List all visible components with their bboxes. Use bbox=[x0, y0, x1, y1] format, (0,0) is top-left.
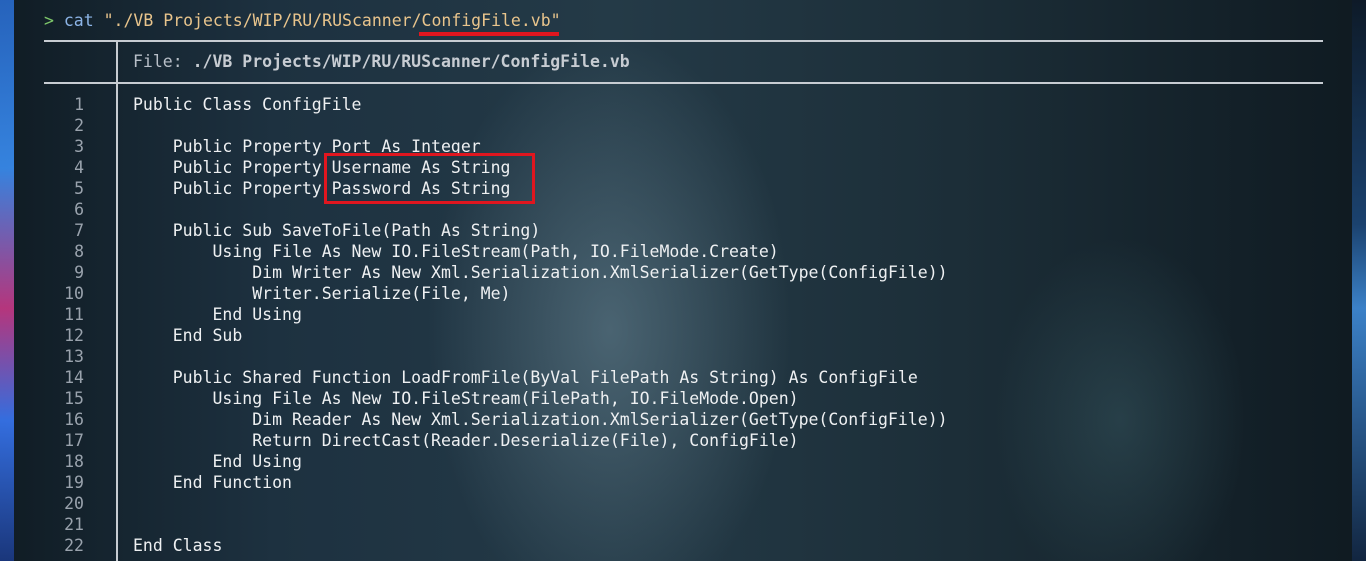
line-text: End Function bbox=[133, 473, 292, 492]
command-argument-quote: " bbox=[550, 11, 561, 30]
code-line: 4 Public Property Username As String bbox=[44, 157, 1323, 178]
code-line: 13 bbox=[44, 346, 1323, 367]
line-text: Writer.Serialize(File, Me) bbox=[133, 284, 511, 303]
viewer-file-header: File: ./VB Projects/WIP/RU/RUScanner/Con… bbox=[133, 51, 630, 73]
code-line: 21 bbox=[44, 514, 1323, 535]
file-label: File: bbox=[133, 52, 183, 71]
code-line: 8 Using File As New IO.FileStream(Path, … bbox=[44, 241, 1323, 262]
line-number: 1 bbox=[74, 95, 84, 114]
line-number: 18 bbox=[64, 452, 84, 471]
wallpaper-neon-right bbox=[1352, 0, 1366, 561]
line-number: 22 bbox=[64, 536, 84, 555]
line-text: Dim Writer As New Xml.Serialization.XmlS… bbox=[133, 263, 948, 282]
credentials-highlight-annotation bbox=[324, 153, 535, 204]
line-number: 6 bbox=[74, 200, 84, 219]
line-number: 5 bbox=[74, 179, 84, 198]
line-number: 7 bbox=[74, 221, 84, 240]
line-number: 21 bbox=[64, 515, 84, 534]
line-number: 4 bbox=[74, 158, 84, 177]
code-line: 2 bbox=[44, 115, 1323, 136]
line-number: 9 bbox=[74, 263, 84, 282]
command-name: cat bbox=[63, 11, 94, 30]
wallpaper-neon-left bbox=[0, 0, 14, 561]
command-argument-filename: ConfigFile.vb bbox=[421, 11, 551, 30]
line-number: 13 bbox=[64, 347, 84, 366]
line-text: End Sub bbox=[133, 326, 243, 345]
command-argument-path: "./VB Projects/WIP/RU/RUScanner/ bbox=[103, 11, 422, 30]
line-text: Return DirectCast(Reader.Deserialize(Fil… bbox=[133, 431, 799, 450]
code-line: 9 Dim Writer As New Xml.Serialization.Xm… bbox=[44, 262, 1323, 283]
code-line: 6 bbox=[44, 199, 1323, 220]
code-line: 17 Return DirectCast(Reader.Deserialize(… bbox=[44, 430, 1323, 451]
line-number: 10 bbox=[64, 284, 84, 303]
code-line: 18 End Using bbox=[44, 451, 1323, 472]
line-number: 14 bbox=[64, 368, 84, 387]
code-listing[interactable]: 1 Public Class ConfigFile 2 3 Public Proper… bbox=[44, 94, 1323, 556]
code-line: 22 End Class bbox=[44, 535, 1323, 556]
filename-underline-annotation bbox=[419, 32, 559, 36]
viewer-header-separator bbox=[44, 82, 1323, 84]
line-number: 17 bbox=[64, 431, 84, 450]
line-text: Public Shared Function LoadFromFile(ByVa… bbox=[133, 368, 918, 387]
prompt-symbol: > bbox=[44, 11, 54, 30]
line-text: Public Sub SaveToFile(Path As String) bbox=[133, 221, 541, 240]
line-text: End Using bbox=[133, 452, 302, 471]
code-line: 11 End Using bbox=[44, 304, 1323, 325]
code-line: 14 Public Shared Function LoadFromFile(B… bbox=[44, 367, 1323, 388]
line-text: Using File As New IO.FileStream(FilePath… bbox=[133, 389, 799, 408]
line-text: Dim Reader As New Xml.Serialization.XmlS… bbox=[133, 410, 948, 429]
code-line: 16 Dim Reader As New Xml.Serialization.X… bbox=[44, 409, 1323, 430]
line-number: 8 bbox=[74, 242, 84, 261]
code-line: 19 End Function bbox=[44, 472, 1323, 493]
line-number: 15 bbox=[64, 389, 84, 408]
line-text: Using File As New IO.FileStream(Path, IO… bbox=[133, 242, 779, 261]
line-number: 11 bbox=[64, 305, 84, 324]
file-path: ./VB Projects/WIP/RU/RUScanner/ConfigFil… bbox=[192, 52, 630, 71]
line-text: End Using bbox=[133, 305, 302, 324]
code-line: 3 Public Property Port As Integer bbox=[44, 136, 1323, 157]
line-number: 20 bbox=[64, 494, 84, 513]
line-number: 12 bbox=[64, 326, 84, 345]
line-number: 3 bbox=[74, 137, 84, 156]
code-line: 20 bbox=[44, 493, 1323, 514]
code-line: 10 Writer.Serialize(File, Me) bbox=[44, 283, 1323, 304]
line-text: End Class bbox=[133, 536, 223, 555]
code-line: 1 Public Class ConfigFile bbox=[44, 94, 1323, 115]
line-number: 2 bbox=[74, 116, 84, 135]
line-number: 16 bbox=[64, 410, 84, 429]
code-line: 5 Public Property Password As String bbox=[44, 178, 1323, 199]
line-number: 19 bbox=[64, 473, 84, 492]
line-text: Public Class ConfigFile bbox=[133, 95, 362, 114]
viewer-frame-top-border bbox=[44, 40, 1323, 42]
code-line: 15 Using File As New IO.FileStream(FileP… bbox=[44, 388, 1323, 409]
code-line: 7 Public Sub SaveToFile(Path As String) bbox=[44, 220, 1323, 241]
code-line: 12 End Sub bbox=[44, 325, 1323, 346]
terminal-command-line: > cat "./VB Projects/WIP/RU/RUScanner/Co… bbox=[44, 10, 561, 32]
